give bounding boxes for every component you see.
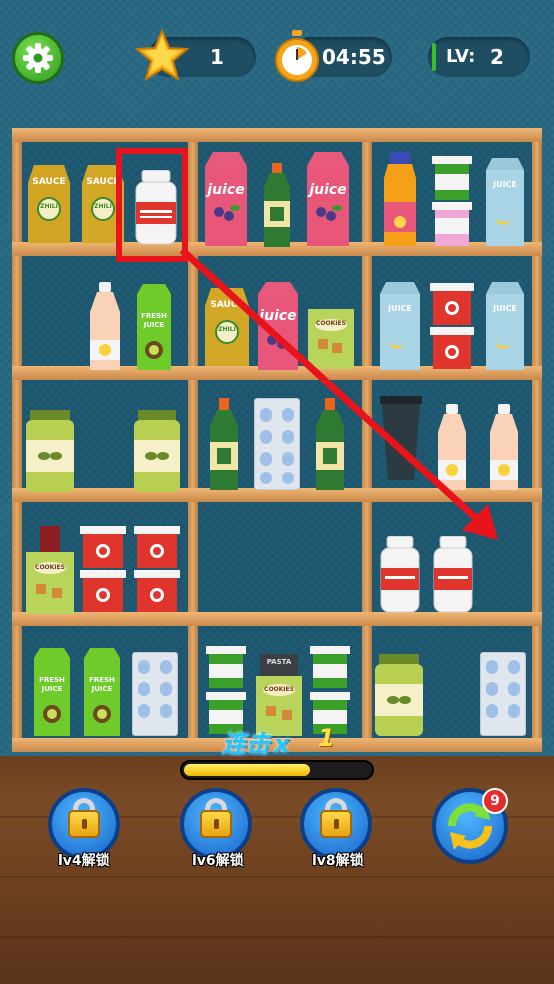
combo-progress-bar — [180, 760, 374, 780]
refresh-count-badge: 9 — [482, 788, 508, 814]
unlock-lv8-label: lv8解锁 — [312, 853, 364, 869]
combo-x: x — [274, 730, 290, 758]
keyhole — [334, 819, 339, 829]
keyhole — [82, 819, 87, 829]
keyhole — [214, 819, 219, 829]
unlock-lv4-label: lv4解锁 — [58, 853, 110, 869]
combo-label: 连击 x — [222, 724, 289, 759]
combo-progress-fill — [184, 764, 310, 776]
unlock-lv6-label: lv6解锁 — [192, 853, 244, 869]
combo-count: 1 — [318, 724, 335, 752]
combo-text: 连击 — [222, 730, 270, 758]
